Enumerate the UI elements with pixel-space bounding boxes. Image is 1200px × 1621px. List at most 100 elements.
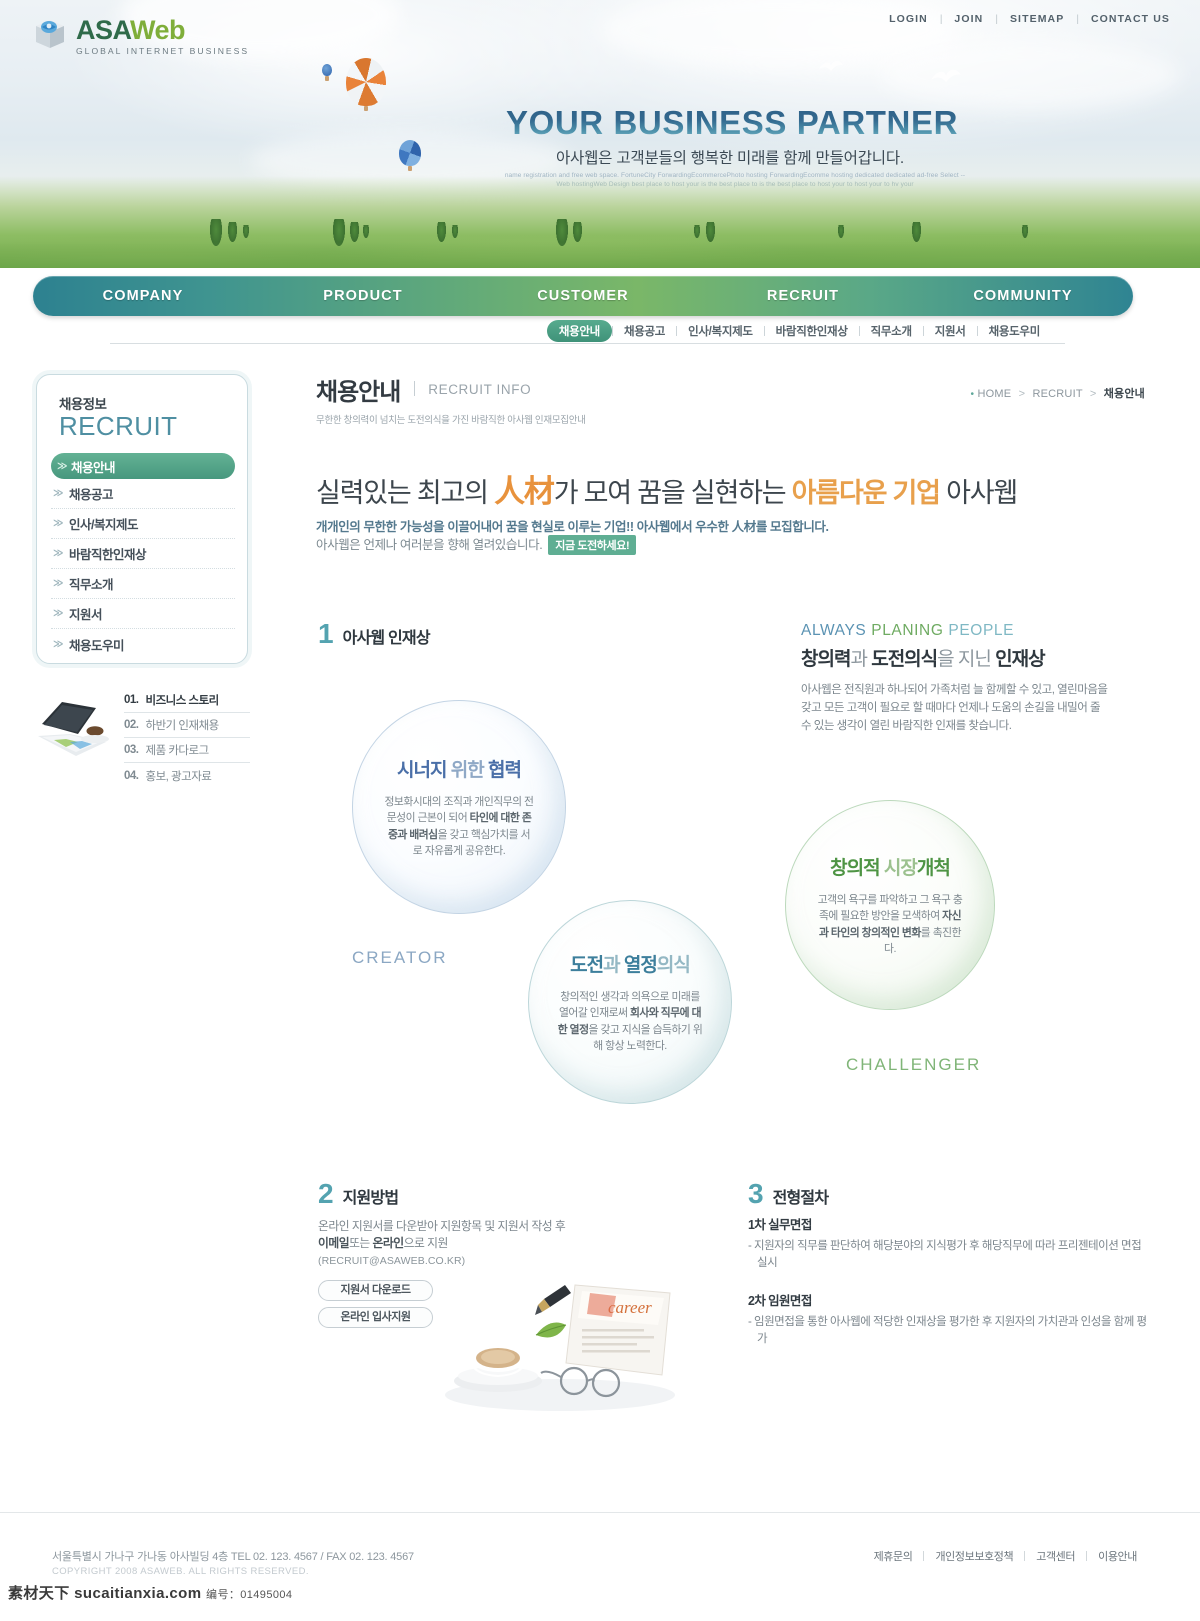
intro-english-tagline: ALWAYS PLANING PEOPLE [801, 622, 1111, 640]
sidebar-heading-english: RECRUIT [59, 411, 178, 441]
subnav-item-application[interactable]: 지원서 [924, 320, 977, 342]
breadcrumb-current: 채용안내 [1103, 388, 1145, 400]
section-title: 전형절차 [772, 1190, 829, 1207]
site-logo[interactable]: ASAWeb GLOBAL INTERNET BUSINESS [30, 14, 249, 56]
headline-lead-line-2-wrap: 아사웹은 언제나 여러분을 향해 열려있습니다. 지금 도전하세요! [316, 534, 637, 555]
circle-body: 창의적인 생각과 의욕으로 미래를 열어갈 인재로써 회사와 직무에 대한 열정… [555, 989, 705, 1055]
sidebar-item-label: 인사/복지제도 [69, 518, 138, 532]
subnav-item-recruit-info[interactable]: 채용안내 [546, 319, 612, 342]
footer-link-customer-center[interactable]: 고객센터 [1025, 1548, 1086, 1564]
circle-title-dark: 시너지 [397, 759, 447, 781]
promo-item[interactable]: 02. 하반기 인재채용 [124, 713, 250, 738]
talent-intro-block: ALWAYS PLANING PEOPLE 창의력과 도전의식을 지닌 인재상 … [801, 622, 1111, 735]
circle-title-light: 과 [603, 954, 624, 976]
promo-item-label: 제품 카다로그 [145, 745, 210, 757]
utility-link-join[interactable]: JOIN [942, 13, 995, 25]
headline-part-3: 아사웹 [939, 478, 1018, 508]
process-steps: 1차 실무면접 - 지원자의 직무를 판단하여 해당분야의 지식평가 후 해당직… [748, 1214, 1148, 1366]
talent-circle-challenger: 도전과 열정의식 창의적인 생각과 의욕으로 미래를 열어갈 인재로써 회사와 … [528, 900, 732, 1104]
circle-body: 정보화시대의 조직과 개인직무의 전문성이 근본이 되어 타인에 대한 존중과 … [384, 794, 535, 860]
intro-heading: 창의력과 도전의식을 지닌 인재상 [801, 644, 1111, 671]
headline-lead-line-1: 개개인의 무한한 가능성을 이끌어내어 꿈을 현실로 이루는 기업!! 아사웹에… [316, 520, 829, 534]
circle-title: 창의적 시장개척 [830, 853, 951, 880]
promo-item[interactable]: 03. 제품 카다로그 [124, 738, 250, 763]
circle-title-dark-2: 열정 [623, 954, 658, 976]
circle-body-1: 고객의 욕구를 파악하고 그 욕구 충족에 필요한 방안을 모색하여 [817, 893, 963, 923]
footer-link-privacy-policy[interactable]: 개인정보보호정책 [924, 1548, 1024, 1564]
logo-asa-text: ASA [76, 15, 131, 45]
chevron-right-icon: ≫ [53, 518, 63, 529]
nav-item-product[interactable]: PRODUCT [253, 288, 473, 304]
apply-line-1: 온라인 지원서를 다운받아 지원항목 및 지원서 작성 후 [318, 1219, 566, 1233]
footer-link-partnership[interactable]: 제휴문의 [863, 1548, 924, 1564]
headline-lead-line-2: 아사웹은 언제나 여러분을 향해 열려있습니다. [316, 538, 543, 552]
utility-link-login[interactable]: LOGIN [877, 13, 940, 25]
sidebar-item-application[interactable]: ≫ 지원서 [51, 599, 235, 629]
sidebar-item-label: 채용도우미 [69, 638, 125, 653]
footer-address: 서울특별시 가나구 가나동 아사빌딩 4층 TEL 02. 123. 4567 … [52, 1551, 414, 1563]
sidebar-item-job-intro[interactable]: ≫ 직무소개 [51, 569, 235, 599]
breadcrumb-section[interactable]: RECRUIT [1032, 388, 1082, 400]
apply-email-word: 이메일 [318, 1236, 350, 1250]
logo-cube-icon [30, 14, 70, 54]
nav-item-recruit[interactable]: RECRUIT [693, 288, 913, 304]
tagline-word-people: PEOPLE [948, 622, 1015, 639]
sidebar-item-label: 채용공고 [69, 488, 114, 502]
breadcrumb: • HOME > RECRUIT > 채용안내 [971, 385, 1145, 401]
utility-link-contact-us[interactable]: CONTACT US [1079, 13, 1182, 25]
section-title: 지원방법 [342, 1190, 399, 1207]
subnav-item-ideal-talent[interactable]: 바람직한인재상 [765, 320, 859, 342]
page-description: 무한한 창의력이 넘치는 도전의식을 가진 바람직한 아사웹 인재모집안내 [316, 415, 586, 426]
nav-item-community[interactable]: COMMUNITY [913, 288, 1133, 304]
breadcrumb-bullet-icon: • [970, 389, 975, 400]
utility-link-sitemap[interactable]: SITEMAP [998, 13, 1076, 25]
section-2-heading: 2 지원방법 [318, 1180, 399, 1208]
apply-line-2: 이메일또는 온라인으로 지원 [318, 1235, 678, 1252]
chevron-right-icon: ≫ [53, 608, 63, 619]
sidebar-menu: ≫ 채용안내 ≫ 채용공고 ≫ 인사/복지제도 ≫ 바람직한인재상 ≫ 직무소개… [51, 453, 235, 659]
stock-site-watermark: 素材天下 sucaitianxia.com 编号：01495004 [0, 1582, 1200, 1603]
sidebar-item-recruit-info[interactable]: ≫ 채용안내 [51, 453, 235, 479]
chevron-right-icon: ≫ [57, 460, 67, 472]
breadcrumb-home[interactable]: HOME [978, 388, 1012, 400]
promo-item[interactable]: 04. 홍보, 광고자료 [124, 763, 250, 788]
circle-title: 시너지 위한 협력 [397, 755, 522, 782]
sidebar-item-recruit-helper[interactable]: ≫ 채용도우미 [51, 629, 235, 659]
subnav-item-job-posting[interactable]: 채용공고 [613, 320, 676, 342]
subnav-item-recruit-helper[interactable]: 채용도우미 [978, 320, 1051, 342]
circle-title-light-2: 의식 [656, 954, 691, 976]
page-title-english: RECRUIT INFO [428, 382, 532, 397]
footer-link-usage-guide[interactable]: 이용안내 [1087, 1548, 1148, 1564]
bird-icon [931, 69, 961, 83]
sidebar-item-ideal-talent[interactable]: ≫ 바람직한인재상 [51, 539, 235, 569]
intro-heading-mid: 과 [850, 649, 872, 670]
logo-web-text: Web [130, 15, 186, 45]
nav-item-company[interactable]: COMPANY [33, 288, 253, 304]
circle-body: 고객의 욕구를 파악하고 그 욕구 충족에 필요한 방안을 모색하여 자신과 타… [815, 892, 965, 958]
circle-title-dark-2: 협력 [488, 759, 522, 781]
circle-title: 도전과 열정의식 [570, 950, 691, 977]
process-step-2-text: - 임원면접을 통한 아사웹에 적당한 인재상을 평가한 후 지원자의 가치관과… [748, 1316, 1147, 1345]
promo-item[interactable]: 01. 비즈니스 스토리 [124, 688, 250, 713]
watermark-code: 编号：01495004 [206, 1589, 293, 1601]
promo-item-number: 04. [124, 769, 139, 782]
promo-item-label: 비즈니스 스토리 [145, 695, 220, 707]
hero-title: YOUR BUSINESS PARTNER [497, 104, 967, 142]
breadcrumb-chevron-icon: > [1018, 388, 1026, 400]
laptop-coffee-image [38, 702, 109, 756]
intro-heading-strong-2: 도전의식 [871, 649, 938, 670]
sidebar-item-job-posting[interactable]: ≫ 채용공고 [51, 479, 235, 509]
nav-item-customer[interactable]: CUSTOMER [473, 288, 693, 304]
circle-title-light: 시장 [879, 857, 918, 879]
circle-title-dark: 도전 [570, 954, 604, 976]
online-apply-button[interactable]: 온라인 입사지원 [318, 1307, 433, 1328]
sidebar-heading-korean: 채용정보 [59, 397, 107, 412]
promo-item-number: 02. [124, 719, 139, 731]
subnav-item-hr-welfare[interactable]: 인사/복지제도 [677, 320, 764, 342]
subnav-item-job-intro[interactable]: 직무소개 [860, 320, 923, 342]
intro-heading-strong-3: 인재상 [995, 649, 1045, 670]
challenge-badge: 지금 도전하세요! [548, 535, 637, 555]
desk-photo-coffee-magazine: career [445, 1284, 675, 1411]
sidebar-item-hr-welfare[interactable]: ≫ 인사/복지제도 [51, 509, 235, 539]
download-application-button[interactable]: 지원서 다운로드 [318, 1280, 433, 1301]
